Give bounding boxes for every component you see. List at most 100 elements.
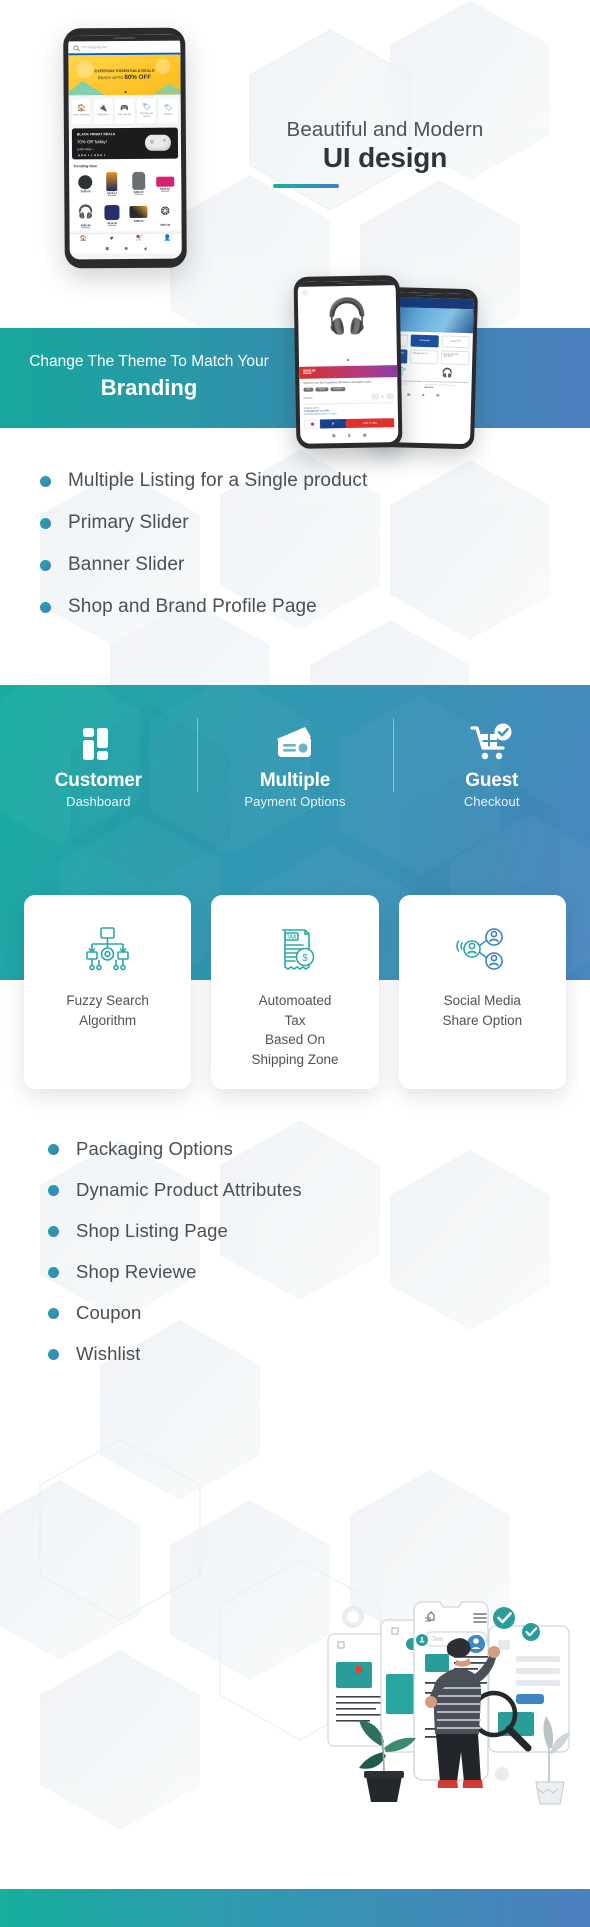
category-item[interactable]: 🏠 Home & Garden [71,98,92,124]
shipping-info: Shipping: $3.00 To Bangladesh via USPS E… [303,402,394,417]
feature-card-automated-tax: TAX $ Automoated Tax Based On Shipping Z… [211,895,379,1090]
category-item[interactable]: 🎮 Kids and Toy [115,98,135,124]
category-item[interactable]: 🏷 Beauty [158,98,178,124]
back-icon[interactable] [143,246,147,251]
headphone-product-image: 🎧 [325,297,369,337]
product-price: $397.68 [160,223,171,227]
tax-document-icon: TAX $ [270,923,320,975]
bullet-dot-icon [48,1184,59,1196]
product-tag-row: New Popular Bestseller [303,386,393,392]
product-old-price: $434.00 [81,226,90,229]
product-card[interactable]: $402.00 $484.00 [126,171,151,197]
feature-subtitle: Dashboard [66,794,131,809]
category-row: 🏠 Home & Garden 🔌 Electronics 🎮 Kids and… [68,94,181,128]
product-grid-row: $298.00 $378.17 $489.99 $402.00 $484.00 [73,171,177,197]
hero-title-line2: UI design [322,142,448,173]
hero-title-line1: Beautiful and Modern [286,118,484,141]
product-card[interactable]: $194.32 $234.01 [153,171,178,197]
quantity-increment-button[interactable] [386,393,394,400]
nav-home-icon[interactable]: 🏠 [70,236,98,242]
feature-title: Guest [465,770,519,791]
home-circle-icon[interactable] [124,246,128,250]
list-item: Primary Slider [0,512,590,534]
headphone-icon[interactable]: 🎧 [425,367,469,378]
system-nav-bar[interactable] [300,430,398,437]
features-list-1: Multiple Listing for a Single product Pr… [0,470,590,638]
product-image [129,205,148,218]
category-chip-selected[interactable]: Computer [410,334,440,348]
product-card[interactable]: $414.00 $501.48 [100,202,125,229]
category-chip[interactable]: Smart TV [441,335,470,349]
feature-card-label: Fuzzy Search Algorithm [66,991,149,1030]
bullet-dot-icon [48,1143,59,1155]
quantity-controls[interactable]: 1 [371,393,394,400]
quantity-decrement-button[interactable] [371,393,379,400]
category-item[interactable]: 🏷 Clothing and Shoes [136,98,157,124]
bullet-dot-icon [48,1266,59,1278]
search-icon [73,44,79,50]
carousel-dot[interactable] [124,90,127,94]
product-price: $298.00 [80,190,91,194]
category-card[interactable]: Beauty Blender $18-$170 [440,350,470,366]
paypal-button[interactable]: P [320,419,347,429]
feature-subtitle: Checkout [463,794,520,809]
bottom-navigation[interactable]: 🏠 ♥ 🛒 👤 [69,232,182,244]
system-nav-bar[interactable] [69,243,182,253]
list-item-label: Wishlist [76,1343,141,1364]
bullet-dot-icon [40,559,51,571]
feature-highlight-multiple-payment: Multiple Payment Options [196,708,394,838]
recents-icon[interactable] [105,246,109,250]
shipping-destination: To Bangladesh via USPS [303,410,330,413]
product-card[interactable]: $378.17 $489.99 [100,171,125,198]
list-item: Multiple Listing for a Single product [0,470,590,492]
product-grid-row: 🎧 $269.99 $434.00 $414.00 $501.48 $382.0… [73,202,177,229]
nav-account-icon[interactable]: 👤 [154,236,182,242]
card-line: Fuzzy Search Algorithm [66,993,149,1028]
features-list-2: Packaging Options Dynamic Product Attrib… [0,1138,590,1384]
feature-card-social-share: Social Media Share Option [398,895,566,1090]
product-card[interactable]: ❂ $397.68 [153,202,178,229]
back-button[interactable] [301,289,308,296]
product-card[interactable]: $298.00 [73,172,98,198]
category-item[interactable]: 🔌 Electronics [93,98,113,124]
feature-highlight-customer-dashboard: Customer Dashboard [0,708,197,838]
promo-subline: ENJOY UPTO 60% OFF [97,74,152,82]
footer-bar [0,1889,590,1927]
home-icon: 🏠 [76,105,86,113]
product-card[interactable]: $382.00 [126,202,151,229]
infographic-page: I'm shopping for .. EVERYDAY ESSENTIALS … [0,0,590,1927]
add-to-cart-button[interactable]: Add To Cart [345,418,395,429]
list-item-label: Multiple Listing for a Single product [68,470,368,491]
product-image [106,171,118,191]
product-old-price: $501.48 [108,224,117,227]
bullet-dot-icon [40,475,51,487]
nav-cart-icon[interactable]: 🛒 [126,234,154,242]
list-item: Shop Listing Page [0,1220,590,1242]
list-item-label: Banner Slider [68,554,185,575]
deal-banner[interactable]: BLACK FRIDAY DEALS 70% Off Today! SHOP N… [71,127,179,160]
list-item: Shop and Brand Profile Page [0,596,590,618]
svg-text:$: $ [302,953,308,964]
cta-row: P Add To Cart [304,418,395,429]
product-old-price: $489.99 [107,195,117,198]
app-search-bar[interactable]: I'm shopping for .. [68,40,181,56]
carousel-dots[interactable] [78,154,106,157]
wishlist-button[interactable] [304,419,321,429]
product-tag: Bestseller [330,386,346,392]
category-card[interactable]: Refrigerator Lg [409,349,439,365]
banner-mountain-shape-2 [153,82,181,95]
quantity-stepper[interactable]: Quantity 1 [304,393,394,402]
promo-banner[interactable]: EVERYDAY ESSENTIALS DEALS ENJOY UPTO 60%… [68,54,181,96]
social-share-icon [456,923,508,975]
list-item-label: Shop Reviewe [76,1261,197,1282]
banner-blob [76,61,94,79]
hero-phone-screen: I'm shopping for .. EVERYDAY ESSENTIALS … [68,34,182,260]
list-item: Shop Reviewe [0,1261,590,1283]
feature-card-label: Automoated Tax Based On Shipping Zone [251,991,338,1069]
nav-heart-icon[interactable]: ♥ [98,236,126,242]
search-input-placeholder: I'm shopping for .. [81,45,110,50]
product-card[interactable]: 🎧 $269.99 $434.00 [73,202,98,229]
product-old-price: $234.01 [160,190,170,193]
image-carousel-dot[interactable] [299,347,397,367]
svg-text:Text: Text [432,1637,443,1643]
